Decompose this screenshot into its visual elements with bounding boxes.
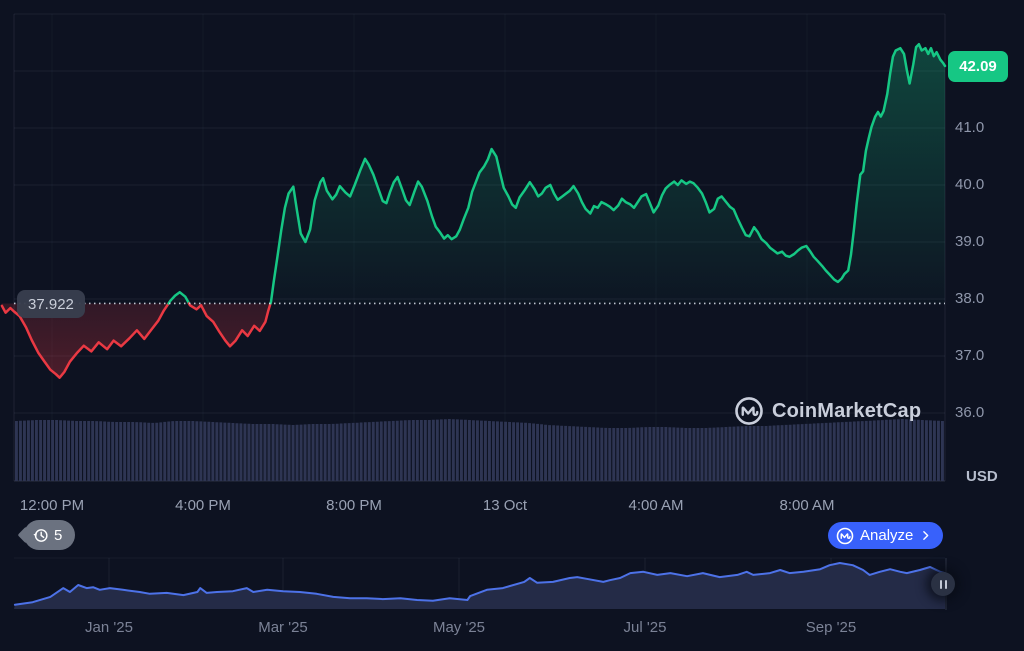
navigator-axis-label: Mar '25 <box>258 619 308 636</box>
history-count: 5 <box>54 527 62 544</box>
x-axis-label: 4:00 PM <box>175 497 231 514</box>
current-price-badge: 42.09 <box>948 51 1008 82</box>
x-axis-label: 12:00 PM <box>20 497 84 514</box>
navigator-axis-label: May '25 <box>433 619 485 636</box>
y-axis-label: 37.0 <box>955 347 984 365</box>
price-chart: 41.0 40.0 39.0 38.0 37.0 36.0 12:00 PM 4:00 PM 8… <box>0 0 1024 651</box>
y-axis-label: 41.0 <box>955 119 984 137</box>
analyze-button[interactable]: Analyze <box>828 522 943 549</box>
x-axis-label: 8:00 PM <box>326 497 382 514</box>
handle-grip-bar <box>940 580 942 589</box>
navigator-handle[interactable] <box>931 572 955 596</box>
navigator-range-selector[interactable] <box>14 558 945 610</box>
y-axis-label: 39.0 <box>955 233 984 251</box>
x-axis-label: 13 Oct <box>483 497 527 514</box>
y-axis-label: 36.0 <box>955 404 984 422</box>
history-clock-icon <box>32 527 49 544</box>
chevron-right-icon <box>919 529 932 542</box>
navigator-axis-label: Jan '25 <box>85 619 133 636</box>
y-axis-label: 38.0 <box>955 290 984 308</box>
x-axis-label: 8:00 AM <box>779 497 834 514</box>
analyze-button-label: Analyze <box>860 527 913 544</box>
x-axis-label: 4:00 AM <box>628 497 683 514</box>
navigator-axis-label: Sep '25 <box>806 619 856 636</box>
currency-unit-label: USD <box>966 468 998 485</box>
coinmarketcap-logo-icon <box>734 396 764 426</box>
navigator-axis-label: Jul '25 <box>624 619 667 636</box>
y-axis-label: 40.0 <box>955 176 984 194</box>
watermark-text: CoinMarketCap <box>772 400 921 423</box>
handle-grip-bar <box>945 580 947 589</box>
watermark: CoinMarketCap <box>734 396 921 426</box>
baseline-price-label: 37.922 <box>17 290 85 318</box>
coinmarketcap-logo-icon <box>836 527 854 545</box>
history-count-badge[interactable]: 5 <box>24 520 75 550</box>
